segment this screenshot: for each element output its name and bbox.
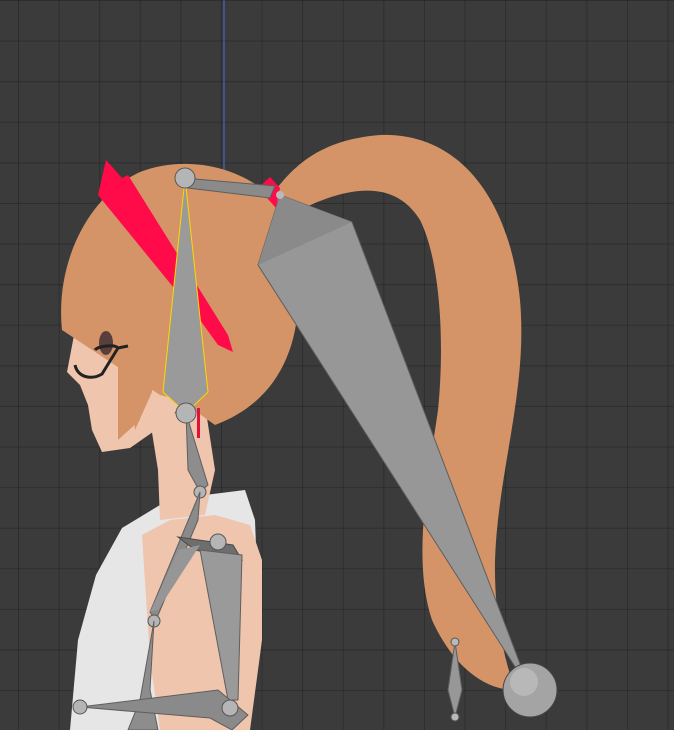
3d-viewport[interactable] — [0, 0, 674, 730]
tail-bone-joint-icon[interactable] — [502, 662, 558, 718]
viewport-scene[interactable] — [0, 0, 674, 730]
earring — [197, 408, 200, 438]
eye — [99, 331, 113, 355]
